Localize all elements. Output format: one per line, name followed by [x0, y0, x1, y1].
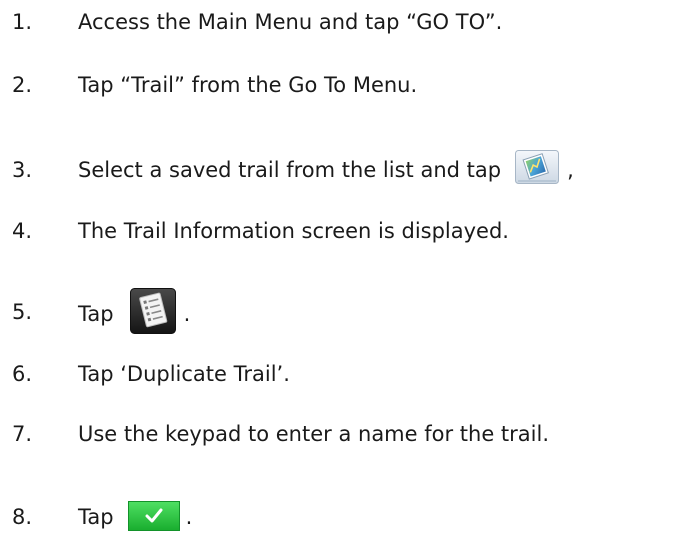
step-5: 5. Tap .: [0, 288, 693, 334]
step-number: 7.: [12, 422, 33, 446]
step-text: Tap “Trail” from the Go To Menu.: [78, 73, 418, 97]
step-8: 8. Tap .: [0, 497, 693, 537]
step-6: 6. Tap ‘Duplicate Trail’.: [0, 354, 693, 394]
step-2: 2. Tap “Trail” from the Go To Menu.: [0, 65, 693, 105]
step-text: Tap: [78, 505, 114, 529]
step-text: Use the keypad to enter a name for the t…: [78, 422, 550, 446]
step-text: Tap ‘Duplicate Trail’.: [78, 362, 290, 386]
green-checkmark-icon: [127, 501, 180, 531]
step-trailing-punct: .: [183, 302, 191, 326]
step-number: 8.: [12, 505, 33, 529]
options-list-icon: [129, 288, 176, 334]
step-text: The Trail Information screen is displaye…: [78, 219, 509, 243]
trail-map-icon: [515, 150, 560, 184]
step-number: 5.: [12, 300, 33, 324]
step-number: 1.: [12, 10, 33, 34]
step-number: 4.: [12, 219, 33, 243]
step-text: Access the Main Menu and tap “GO TO”.: [78, 10, 503, 34]
step-number: 3.: [12, 158, 33, 182]
step-4: 4. The Trail Information screen is displ…: [0, 211, 693, 251]
step-number: 2.: [12, 73, 33, 97]
step-text: Select a saved trail from the list and t…: [78, 158, 502, 182]
step-text: Tap: [78, 302, 114, 326]
step-7: 7. Use the keypad to enter a name for th…: [0, 414, 693, 454]
step-1: 1. Access the Main Menu and tap “GO TO”.: [0, 2, 693, 42]
step-3: 3. Select a saved trail from the list an…: [0, 150, 693, 190]
step-trailing-punct: .: [185, 505, 193, 529]
step-number: 6.: [12, 362, 33, 386]
step-trailing-punct: ,: [567, 158, 574, 182]
